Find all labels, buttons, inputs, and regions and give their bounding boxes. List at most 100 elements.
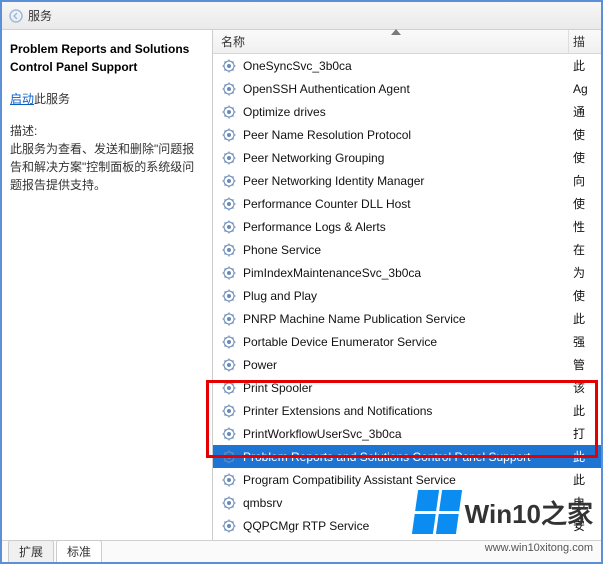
gear-icon bbox=[221, 288, 237, 304]
service-name: OpenSSH Authentication Agent bbox=[243, 82, 569, 96]
toolbar-title: 服务 bbox=[28, 7, 52, 24]
service-name: PrintWorkflowUserSvc_3b0ca bbox=[243, 427, 569, 441]
service-name: Performance Logs & Alerts bbox=[243, 220, 569, 234]
description-text: 此服务为查看、发送和删除"问题报告和解决方案"控制面板的系统级问题报告提供支持。 bbox=[10, 140, 204, 194]
gear-icon bbox=[221, 426, 237, 442]
service-desc-snippet: 此 bbox=[569, 448, 601, 465]
gear-icon bbox=[221, 265, 237, 281]
gear-icon bbox=[221, 449, 237, 465]
service-name: OneSyncSvc_3b0ca bbox=[243, 59, 569, 73]
watermark-text: Win10之家 bbox=[465, 494, 593, 531]
service-list[interactable]: OneSyncSvc_3b0ca此OpenSSH Authentication … bbox=[213, 54, 601, 540]
service-desc-snippet: 打 bbox=[569, 425, 601, 442]
service-desc-snippet: 向 bbox=[569, 172, 601, 189]
service-name: Plug and Play bbox=[243, 289, 569, 303]
service-desc-snippet: 此 bbox=[569, 57, 601, 74]
service-row[interactable]: Print Spooler该 bbox=[213, 376, 601, 399]
gear-icon bbox=[221, 104, 237, 120]
start-suffix: 此服务 bbox=[34, 92, 70, 106]
gear-icon bbox=[221, 495, 237, 511]
service-name: PimIndexMaintenanceSvc_3b0ca bbox=[243, 266, 569, 280]
gear-icon bbox=[221, 58, 237, 74]
service-name: Power bbox=[243, 358, 569, 372]
service-desc-snippet: 使 bbox=[569, 195, 601, 212]
service-desc-snippet: 此 bbox=[569, 471, 601, 488]
service-row[interactable]: PNRP Machine Name Publication Service此 bbox=[213, 307, 601, 330]
service-list-pane: 名称 描 OneSyncSvc_3b0ca此OpenSSH Authentica… bbox=[212, 30, 601, 540]
service-name: Phone Service bbox=[243, 243, 569, 257]
service-row[interactable]: OpenSSH Authentication AgentAg bbox=[213, 77, 601, 100]
service-row[interactable]: OneSyncSvc_3b0ca此 bbox=[213, 54, 601, 77]
service-name: Program Compatibility Assistant Service bbox=[243, 473, 569, 487]
service-name: Portable Device Enumerator Service bbox=[243, 335, 569, 349]
service-name: Printer Extensions and Notifications bbox=[243, 404, 569, 418]
description-section: 描述: 此服务为查看、发送和删除"问题报告和解决方案"控制面板的系统级问题报告提… bbox=[10, 122, 204, 194]
gear-icon bbox=[221, 518, 237, 534]
service-row[interactable]: Portable Device Enumerator Service强 bbox=[213, 330, 601, 353]
gear-icon bbox=[221, 81, 237, 97]
start-link[interactable]: 启动 bbox=[10, 92, 34, 106]
service-row[interactable]: Peer Networking Identity Manager向 bbox=[213, 169, 601, 192]
service-desc-snippet: 使 bbox=[569, 149, 601, 166]
details-pane: Problem Reports and Solutions Control Pa… bbox=[2, 30, 212, 540]
service-name: Performance Counter DLL Host bbox=[243, 197, 569, 211]
gear-icon bbox=[221, 357, 237, 373]
service-name: Peer Networking Grouping bbox=[243, 151, 569, 165]
service-desc-snippet: 通 bbox=[569, 103, 601, 120]
sort-indicator-icon bbox=[391, 29, 401, 35]
service-row[interactable]: Peer Name Resolution Protocol使 bbox=[213, 123, 601, 146]
service-desc-snippet: 性 bbox=[569, 218, 601, 235]
gear-icon bbox=[221, 150, 237, 166]
gear-icon bbox=[221, 219, 237, 235]
service-row[interactable]: Peer Networking Grouping使 bbox=[213, 146, 601, 169]
service-desc-snippet: Ag bbox=[569, 82, 601, 96]
description-label: 描述: bbox=[10, 122, 204, 140]
service-row[interactable]: Optimize drives通 bbox=[213, 100, 601, 123]
service-row[interactable]: PimIndexMaintenanceSvc_3b0ca为 bbox=[213, 261, 601, 284]
back-icon[interactable] bbox=[8, 8, 24, 24]
service-row[interactable]: Program Compatibility Assistant Service此 bbox=[213, 468, 601, 491]
content-area: Problem Reports and Solutions Control Pa… bbox=[2, 30, 601, 540]
service-desc-snippet: 使 bbox=[569, 126, 601, 143]
column-header-desc[interactable]: 描 bbox=[569, 33, 601, 50]
service-desc-snippet: 此 bbox=[569, 310, 601, 327]
list-header: 名称 描 bbox=[213, 30, 601, 54]
service-desc-snippet: 强 bbox=[569, 333, 601, 350]
gear-icon bbox=[221, 173, 237, 189]
toolbar: 服务 bbox=[2, 2, 601, 30]
column-name-label: 名称 bbox=[221, 33, 245, 50]
service-row[interactable]: Plug and Play使 bbox=[213, 284, 601, 307]
column-desc-label: 描 bbox=[573, 33, 585, 50]
service-desc-snippet: 此 bbox=[569, 402, 601, 419]
service-desc-snippet: 管 bbox=[569, 356, 601, 373]
gear-icon bbox=[221, 334, 237, 350]
service-row[interactable]: Performance Logs & Alerts性 bbox=[213, 215, 601, 238]
service-desc-snippet: 为 bbox=[569, 264, 601, 281]
column-header-name[interactable]: 名称 bbox=[213, 30, 569, 53]
tab-standard[interactable]: 标准 bbox=[56, 540, 102, 562]
service-row[interactable]: PrintWorkflowUserSvc_3b0ca打 bbox=[213, 422, 601, 445]
gear-icon bbox=[221, 196, 237, 212]
service-desc-snippet: 使 bbox=[569, 287, 601, 304]
service-name: Problem Reports and Solutions Control Pa… bbox=[243, 450, 569, 464]
service-row[interactable]: Phone Service在 bbox=[213, 238, 601, 261]
gear-icon bbox=[221, 127, 237, 143]
service-name: Optimize drives bbox=[243, 105, 569, 119]
service-row[interactable]: Problem Reports and Solutions Control Pa… bbox=[213, 445, 601, 468]
service-name: Peer Name Resolution Protocol bbox=[243, 128, 569, 142]
service-desc-snippet: 在 bbox=[569, 241, 601, 258]
selected-service-title: Problem Reports and Solutions Control Pa… bbox=[10, 40, 204, 76]
gear-icon bbox=[221, 403, 237, 419]
service-desc-snippet: 该 bbox=[569, 379, 601, 396]
start-service: 启动此服务 bbox=[10, 90, 204, 108]
service-row[interactable]: Printer Extensions and Notifications此 bbox=[213, 399, 601, 422]
tab-extended[interactable]: 扩展 bbox=[8, 540, 54, 562]
service-row[interactable]: Quality Windows Audio bbox=[213, 537, 601, 540]
watermark-url: www.win10xitong.com bbox=[485, 542, 593, 554]
windows-logo-icon bbox=[412, 490, 462, 534]
gear-icon bbox=[221, 311, 237, 327]
service-row[interactable]: Power管 bbox=[213, 353, 601, 376]
service-name: Print Spooler bbox=[243, 381, 569, 395]
gear-icon bbox=[221, 380, 237, 396]
service-row[interactable]: Performance Counter DLL Host使 bbox=[213, 192, 601, 215]
